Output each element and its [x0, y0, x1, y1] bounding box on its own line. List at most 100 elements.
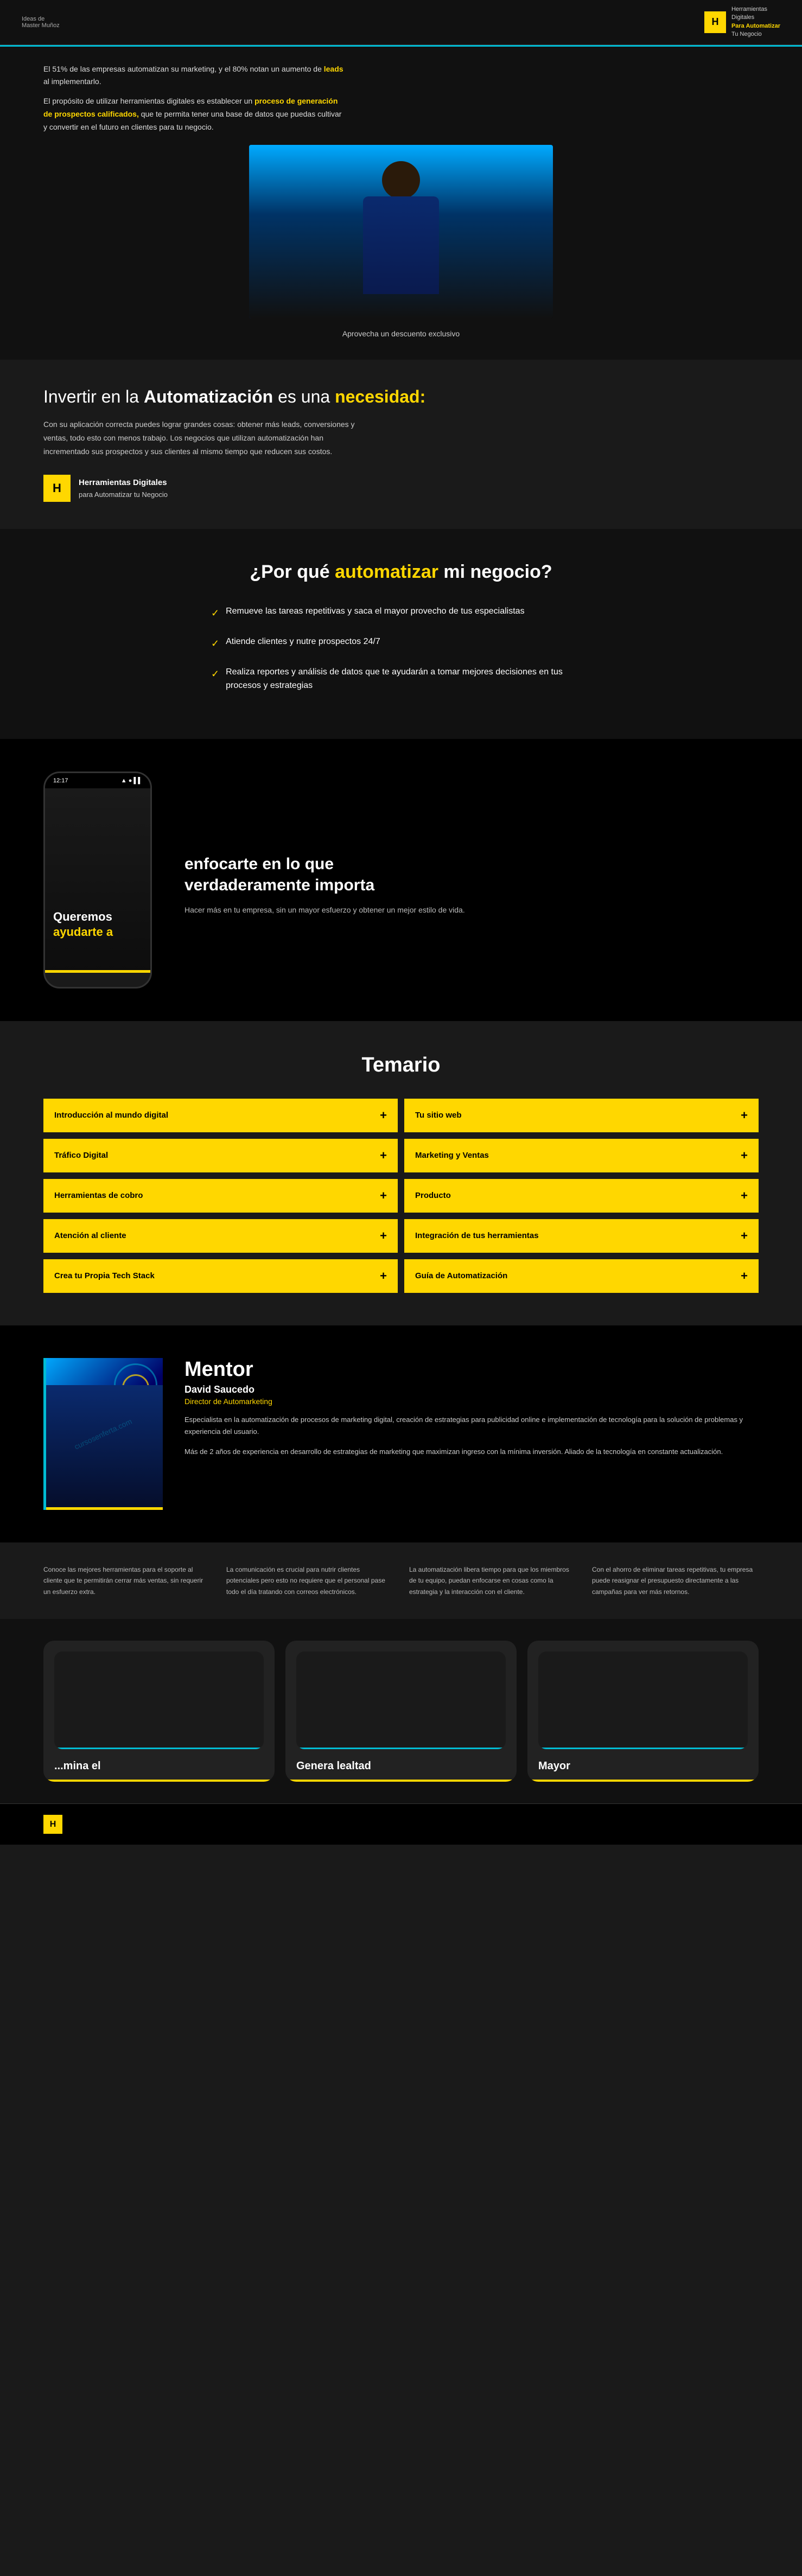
why-item-text-3: Realiza reportes y análisis de datos que… — [226, 665, 591, 693]
why-item-2: ✓ Atiende clientes y nutre prospectos 24… — [211, 635, 591, 652]
phone-white-text: Queremos — [53, 909, 142, 925]
temario-label-5: Herramientas de cobro — [54, 1191, 143, 1200]
phone-screen-3 — [538, 1652, 748, 1749]
phone-right-content: cursosenferta.com enfocarte en lo que ve… — [184, 844, 465, 916]
mentor-title: Mentor — [184, 1358, 759, 1381]
hero-person — [330, 156, 472, 318]
temario-label-8: Integración de tus herramientas — [415, 1231, 539, 1240]
temario-item-5[interactable]: Herramientas de cobro + — [43, 1179, 398, 1213]
temario-item-8[interactable]: Integración de tus herramientas + — [404, 1219, 759, 1253]
temario-plus-3: + — [380, 1149, 387, 1163]
why-item-text-2: Atiende clientes y nutre prospectos 24/7 — [226, 635, 380, 649]
mentor-bottom-bar — [43, 1507, 163, 1510]
temario-item-7[interactable]: Atención al cliente + — [43, 1219, 398, 1253]
header-logo: H Herramientas Digitales Para Automatiza… — [704, 5, 780, 39]
hero-stat2: El propósito de utilizar herramientas di… — [43, 95, 347, 133]
mentor-side-bar — [43, 1358, 46, 1510]
phone-sub-text: Hacer más en tu empresa, sin un mayor es… — [184, 904, 465, 916]
logo-text: Herramientas Digitales Para Automatizar … — [731, 5, 780, 39]
temario-label-4: Marketing y Ventas — [415, 1151, 489, 1160]
phone-mockup: 12:17 ▲ ● ▌▌ Queremos ayudarte a — [43, 771, 152, 989]
automation-section: Invertir en la Automatización es una nec… — [0, 360, 802, 530]
bottom-phone-1: ...mina el — [43, 1641, 275, 1782]
phone-section: 12:17 ▲ ● ▌▌ Queremos ayudarte a cursose… — [0, 739, 802, 1021]
automation-title: Invertir en la Automatización es una nec… — [43, 387, 759, 407]
brand-text: Ideas de Master Muñoz — [22, 16, 60, 29]
phone-status-bar: 12:17 ▲ ● ▌▌ — [45, 773, 150, 788]
checkmark-2: ✓ — [211, 636, 219, 652]
temario-label-3: Tráfico Digital — [54, 1151, 108, 1160]
phone-main-text: enfocarte en lo que verdaderamente impor… — [184, 853, 465, 896]
hero-section: El 51% de las empresas automatizan su ma… — [0, 47, 802, 360]
why-items: ✓ Remueve las tareas repetitivas y saca … — [211, 604, 591, 693]
person-head — [382, 161, 420, 199]
benefits-section: Conoce las mejores herramientas para el … — [0, 1542, 802, 1619]
benefit-item-1: Conoce las mejores herramientas para el … — [43, 1564, 210, 1597]
phone-screen: Queremos ayudarte a — [45, 788, 150, 973]
bottom-phone-bar-2 — [285, 1780, 517, 1782]
mentor-desc2: Más de 2 años de experiencia en desarrol… — [184, 1446, 759, 1458]
brand-box: H Herramientas Digitales para Automatiza… — [43, 475, 759, 502]
temario-item-1[interactable]: Introducción al mundo digital + — [43, 1099, 398, 1132]
temario-item-4[interactable]: Marketing y Ventas + — [404, 1139, 759, 1172]
logo-icon: H — [704, 11, 726, 33]
why-section: ¿Por qué automatizar mi negocio? ✓ Remue… — [0, 529, 802, 739]
checkmark-1: ✓ — [211, 605, 219, 621]
temario-item-3[interactable]: Tráfico Digital + — [43, 1139, 398, 1172]
mentor-image: cursosenferta.com — [43, 1358, 163, 1510]
phone-yellow-text: ayudarte a — [53, 924, 142, 940]
bottom-phone-bar-3 — [527, 1780, 759, 1782]
temario-label-10: Guía de Automatización — [415, 1271, 507, 1280]
checkmark-3: ✓ — [211, 666, 219, 682]
temario-label-2: Tu sitio web — [415, 1111, 462, 1120]
footer: H — [0, 1803, 802, 1845]
benefit-item-4: Con el ahorro de eliminar tareas repetit… — [592, 1564, 759, 1597]
temario-plus-6: + — [741, 1189, 748, 1203]
why-title: ¿Por qué automatizar mi negocio? — [43, 562, 759, 583]
header: Ideas de Master Muñoz H Herramientas Dig… — [0, 0, 802, 45]
temario-section: Temario Introducción al mundo digital + … — [0, 1021, 802, 1325]
temario-label-9: Crea tu Propia Tech Stack — [54, 1271, 155, 1280]
phone-content-text: Queremos ayudarte a — [53, 909, 142, 940]
temario-item-9[interactable]: Crea tu Propia Tech Stack + — [43, 1259, 398, 1293]
mentor-desc1: Especialista en la automatización de pro… — [184, 1414, 759, 1438]
person-body — [363, 196, 439, 294]
mentor-name: David Saucedo — [184, 1384, 759, 1395]
why-item-text-1: Remueve las tareas repetitivas y saca el… — [226, 604, 524, 619]
temario-item-10[interactable]: Guía de Automatización + — [404, 1259, 759, 1293]
phone-bar-3 — [538, 1748, 748, 1749]
bottom-phone-text-3: Mayor — [538, 1760, 748, 1772]
bottom-phone-text-1: ...mina el — [54, 1760, 264, 1772]
temario-label-6: Producto — [415, 1191, 451, 1200]
brand-box-text: Herramientas Digitales para Automatizar … — [79, 477, 168, 500]
temario-plus-8: + — [741, 1229, 748, 1243]
bottom-phone-2: Genera lealtad — [285, 1641, 517, 1782]
footer-logo: H — [43, 1815, 62, 1834]
mentor-person — [43, 1385, 163, 1510]
temario-plus-7: + — [380, 1229, 387, 1243]
benefit-item-3: La automatización libera tiempo para que… — [409, 1564, 576, 1597]
temario-title: Temario — [43, 1054, 759, 1077]
mentor-text: Mentor David Saucedo Director de Automar… — [184, 1358, 759, 1466]
benefit-item-2: La comunicación es crucial para nutrir c… — [226, 1564, 393, 1597]
hero-stat1: El 51% de las empresas automatizan su ma… — [43, 63, 347, 89]
phone-screen-bg — [45, 788, 150, 973]
phone-bar-2 — [296, 1748, 506, 1749]
bottom-section: ...mina el Genera lealtad Mayor — [0, 1619, 802, 1803]
temario-item-6[interactable]: Producto + — [404, 1179, 759, 1213]
temario-plus-1: + — [380, 1108, 387, 1123]
why-item-1: ✓ Remueve las tareas repetitivas y saca … — [211, 604, 591, 621]
phone-time: 12:17 — [53, 777, 68, 784]
mentor-role: Director de Automarketing — [184, 1397, 759, 1406]
brand-box-icon: H — [43, 475, 71, 502]
hero-image: cursosenferta.com — [249, 145, 553, 318]
temario-plus-10: + — [741, 1269, 748, 1283]
temario-label-1: Introducción al mundo digital — [54, 1111, 168, 1120]
phone-screen-2 — [296, 1652, 506, 1749]
mentor-section: cursosenferta.com Mentor David Saucedo D… — [0, 1325, 802, 1542]
temario-grid: Introducción al mundo digital + Tu sitio… — [43, 1099, 759, 1293]
temario-item-2[interactable]: Tu sitio web + — [404, 1099, 759, 1132]
bottom-phone-bar-1 — [43, 1780, 275, 1782]
temario-plus-4: + — [741, 1149, 748, 1163]
temario-plus-2: + — [741, 1108, 748, 1123]
